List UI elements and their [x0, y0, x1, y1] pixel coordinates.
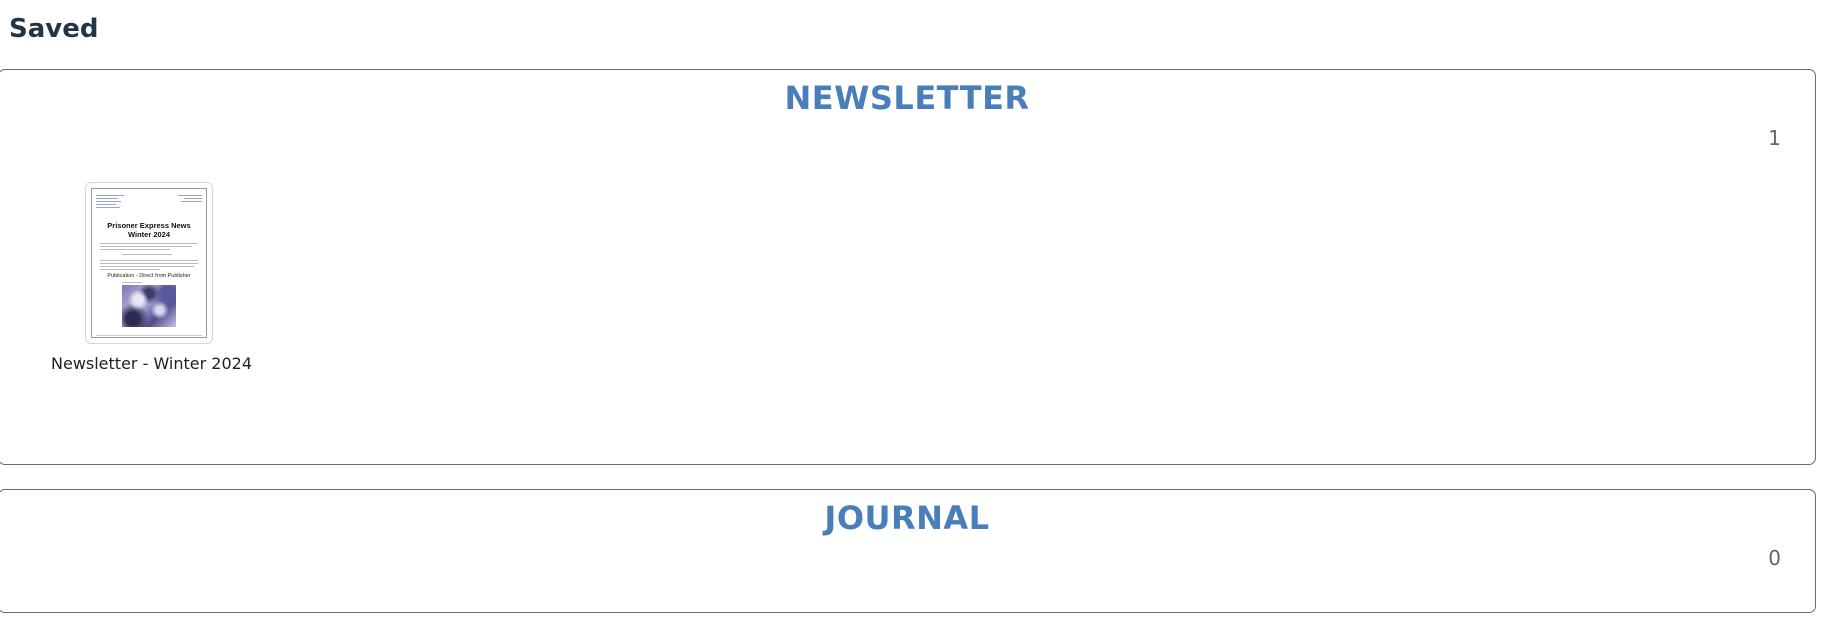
journal-section: JOURNAL 0: [0, 489, 1816, 613]
section-count-newsletter: 1: [1768, 126, 1781, 150]
newsletter-thumbnail[interactable]: Prisoner Express News Winter 2024 Public…: [85, 182, 213, 344]
thumbnail-heading-line1: Prisoner Express News: [107, 221, 191, 230]
section-count-journal: 0: [1768, 546, 1781, 570]
newsletter-item[interactable]: Prisoner Express News Winter 2024 Public…: [51, 182, 252, 374]
thumbnail-heading-line2: Winter 2024: [127, 230, 171, 239]
thumbnail-subheading: Publication - Direct from Publisher: [107, 273, 191, 279]
thumbnail-photo: [122, 285, 176, 327]
section-title-journal: JOURNAL: [824, 499, 990, 537]
document-page-preview: Prisoner Express News Winter 2024 Public…: [91, 188, 207, 338]
newsletter-item-label[interactable]: Newsletter - Winter 2024: [51, 354, 252, 374]
section-title-newsletter: NEWSLETTER: [784, 79, 1030, 117]
newsletter-section: NEWSLETTER 1 Prisoner Express News Winte…: [0, 69, 1816, 465]
page-title: Saved: [9, 14, 99, 44]
